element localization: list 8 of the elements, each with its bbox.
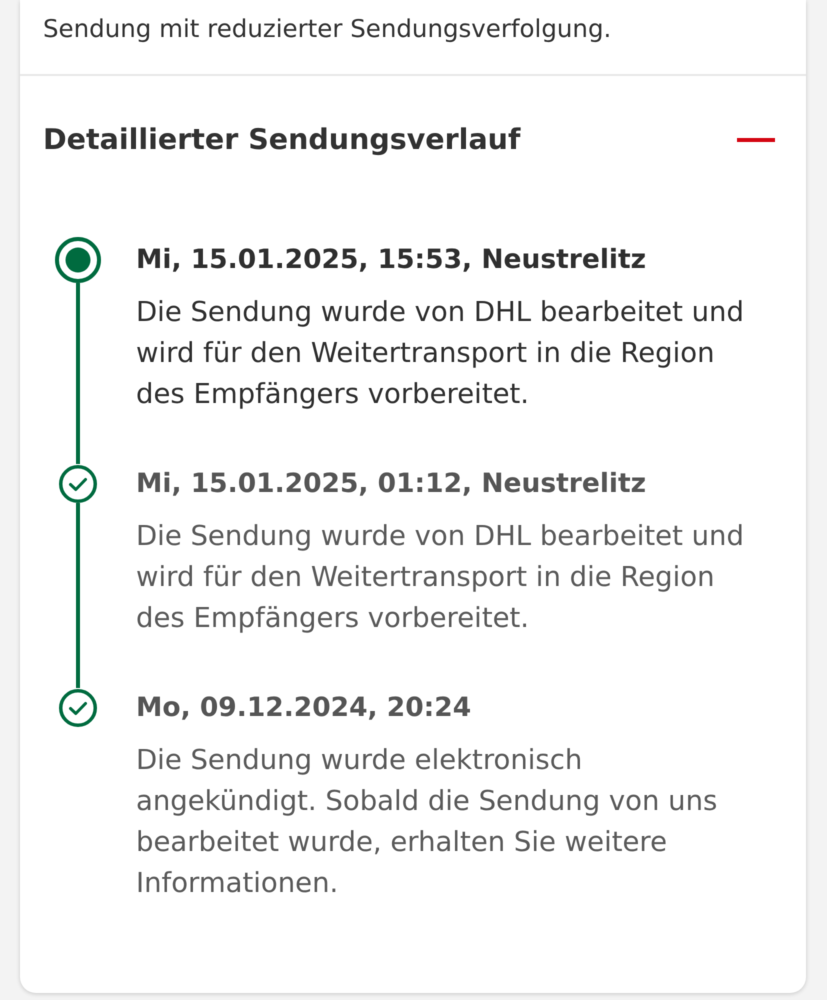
event-title: Mi, 15.01.2025, 15:53, Neustrelitz xyxy=(136,243,646,277)
event-description: Die Sendung wurde von DHL bearbeitet und wird für den Weitertransport in die Region des Empfängers vorbereitet. xyxy=(136,295,745,412)
event-title: Mi, 15.01.2025, 01:12, Neustrelitz xyxy=(136,467,646,501)
section-heading: Detaillierter Sendungsverlauf xyxy=(43,122,520,158)
info-text: Sendung mit reduzierter Sendungsverfolgung. xyxy=(43,13,612,45)
event-description: Die Sendung wurde elektronisch angekündigt. Sobald die Sendung von uns bearbeitet wurde, erhalten Sie weitere Informationen. xyxy=(136,743,718,901)
event-description: Die Sendung wurde von DHL bearbeitet und wird für den Weitertransport in die Region des Empfängers vorbereitet. xyxy=(136,519,745,636)
event-title: Mo, 09.12.2024, 20:24 xyxy=(136,691,472,725)
